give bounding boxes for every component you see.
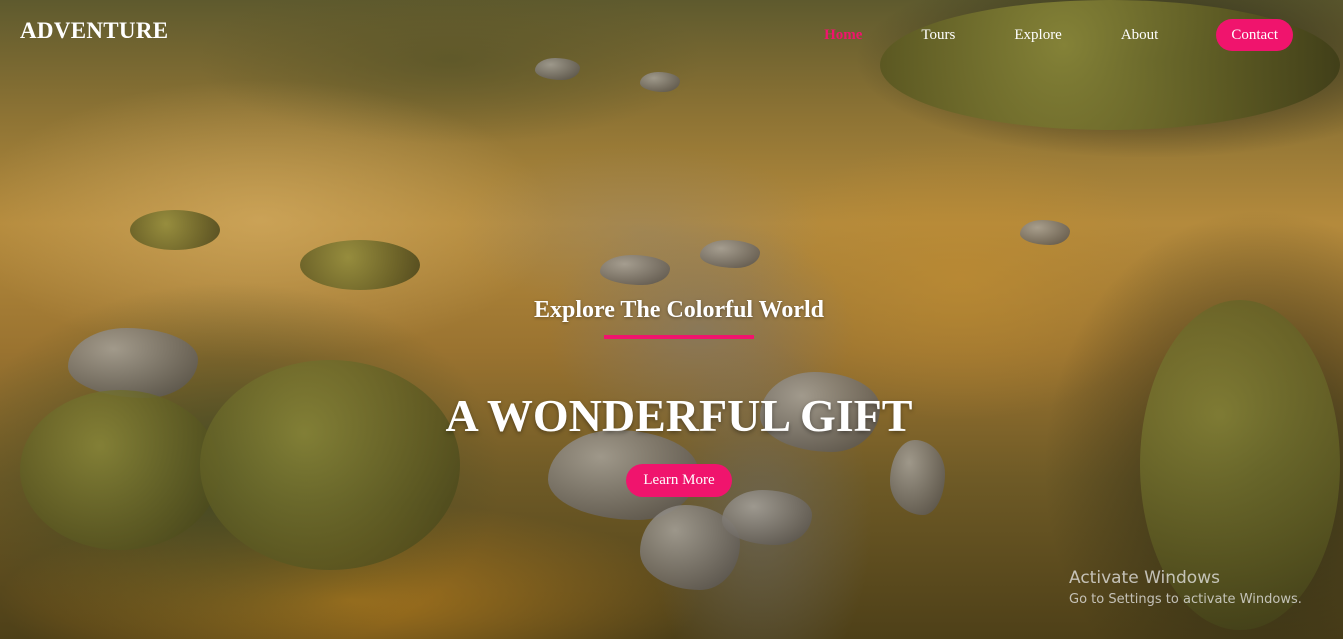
scenery-rock: [1020, 220, 1070, 245]
brand-logo[interactable]: ADVENTURE: [20, 18, 168, 44]
scenery-rock: [890, 440, 945, 515]
nav-item-explore[interactable]: Explore: [1014, 19, 1061, 51]
scenery-shrub: [130, 210, 220, 250]
scenery-shrub: [300, 240, 420, 290]
windows-activation-watermark: Activate Windows Go to Settings to activ…: [1069, 567, 1302, 609]
subtitle-underline: [604, 335, 754, 339]
scenery-rock: [68, 328, 198, 398]
watermark-subtitle: Go to Settings to activate Windows.: [1069, 592, 1302, 607]
main-nav: Home Tours Explore About Contact: [765, 19, 1293, 51]
scenery-rock: [640, 72, 680, 92]
hero-subtitle: Explore The Colorful World: [533, 297, 825, 323]
nav-item-tours[interactable]: Tours: [921, 19, 955, 51]
nav-item-home[interactable]: Home: [824, 19, 862, 51]
scenery-rock: [535, 58, 580, 80]
scenery-rock: [600, 255, 670, 285]
contact-button[interactable]: Contact: [1216, 19, 1293, 51]
hero-headline: A WONDERFUL GIFT: [445, 390, 913, 441]
nav-item-about[interactable]: About: [1121, 19, 1159, 51]
scenery-rock: [722, 490, 812, 545]
learn-more-button[interactable]: Learn More: [626, 464, 732, 497]
scenery-rock: [700, 240, 760, 268]
watermark-title: Activate Windows: [1069, 568, 1220, 588]
